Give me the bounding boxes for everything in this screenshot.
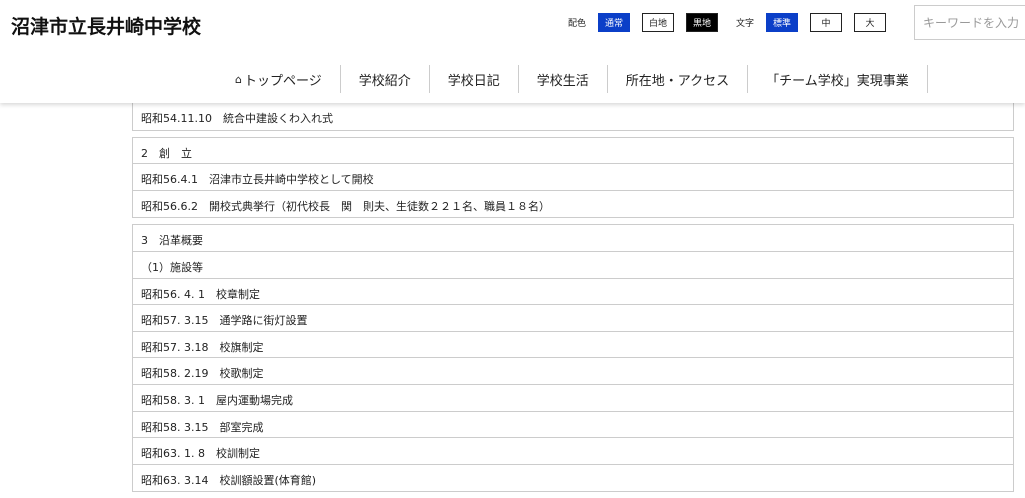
color-label: 配色 <box>568 19 587 29</box>
nav-access[interactable]: 所在地・アクセス <box>608 65 749 93</box>
table-row: 昭和58. 3.15 部室完成 <box>133 412 1013 439</box>
table-row: 昭和56.4.1 沼津市立長井崎中学校として開校 <box>133 164 1013 191</box>
table-row: 昭和63. 1. 8 校訓制定 <box>133 438 1013 465</box>
text-large-button[interactable]: 大 <box>854 13 887 32</box>
table-row: 昭和54.11.10 統合中建設くわ入れ式 <box>141 112 333 125</box>
table-row: 昭和58. 2.19 校歌制定 <box>133 358 1013 385</box>
table-row: 昭和56. 4. 1 校章制定 <box>133 279 1013 306</box>
color-normal-button[interactable]: 通常 <box>598 13 631 32</box>
main-nav: ⌂ トップページ 学校紹介 学校日記 学校生活 所在地・アクセス 「チーム学校」実… <box>217 65 928 93</box>
history-content: 昭和54.11.10 統合中建設くわ入れ式 2 創 立昭和56.4.1 沼津市立長… <box>132 103 1014 498</box>
nav-school-life[interactable]: 学校生活 <box>519 65 608 93</box>
text-medium-button[interactable]: 中 <box>810 13 843 32</box>
table-row: 3 沿革概要 <box>133 225 1013 252</box>
search-input[interactable]: キーワードを入力 <box>914 5 1025 40</box>
table-row: 昭和57. 3.18 校旗制定 <box>133 332 1013 359</box>
color-black-button[interactable]: 黒地 <box>686 13 719 32</box>
nav-top[interactable]: ⌂ トップページ <box>217 65 341 93</box>
history-table: 昭和54.11.10 統合中建設くわ入れ式 <box>132 103 1014 131</box>
nav-team-school[interactable]: 「チーム学校」実現事業 <box>748 65 928 93</box>
table-row: 昭和58. 3. 1 屋内運動場完成 <box>133 385 1013 412</box>
home-icon: ⌂ <box>235 72 242 86</box>
site-header: 沼津市立長井崎中学校 配色 通常 白地 黒地 文字 標準 中 大 キーワードを入… <box>0 0 1025 103</box>
text-standard-button[interactable]: 標準 <box>766 13 799 32</box>
table-row: 昭和63. 3.14 校訓額設置(体育館) <box>141 473 317 487</box>
nav-diary[interactable]: 学校日記 <box>430 65 519 93</box>
text-size-label: 文字 <box>736 19 755 29</box>
table-row: 昭和56.6.2 開校式典挙行（初代校長 関 則夫、生徒数２２１名、職員１８名） <box>141 199 550 213</box>
table-row: 昭和57. 3.15 通学路に街灯設置 <box>133 305 1013 332</box>
history-table: 2 創 立昭和56.4.1 沼津市立長井崎中学校として開校昭和56.6.2 開校… <box>132 136 1014 219</box>
site-title[interactable]: 沼津市立長井崎中学校 <box>11 12 201 39</box>
table-row: 2 創 立 <box>133 138 1013 165</box>
history-table: 3 沿革概要 （1）施設等 昭和56. 4. 1 校章制定 昭和57. 3.15 通学… <box>132 224 1014 493</box>
table-row: （1）施設等 <box>133 252 1013 279</box>
display-options: 配色 通常 白地 黒地 文字 標準 中 大 <box>568 13 898 32</box>
nav-about[interactable]: 学校紹介 <box>341 65 430 93</box>
color-white-button[interactable]: 白地 <box>642 13 675 32</box>
